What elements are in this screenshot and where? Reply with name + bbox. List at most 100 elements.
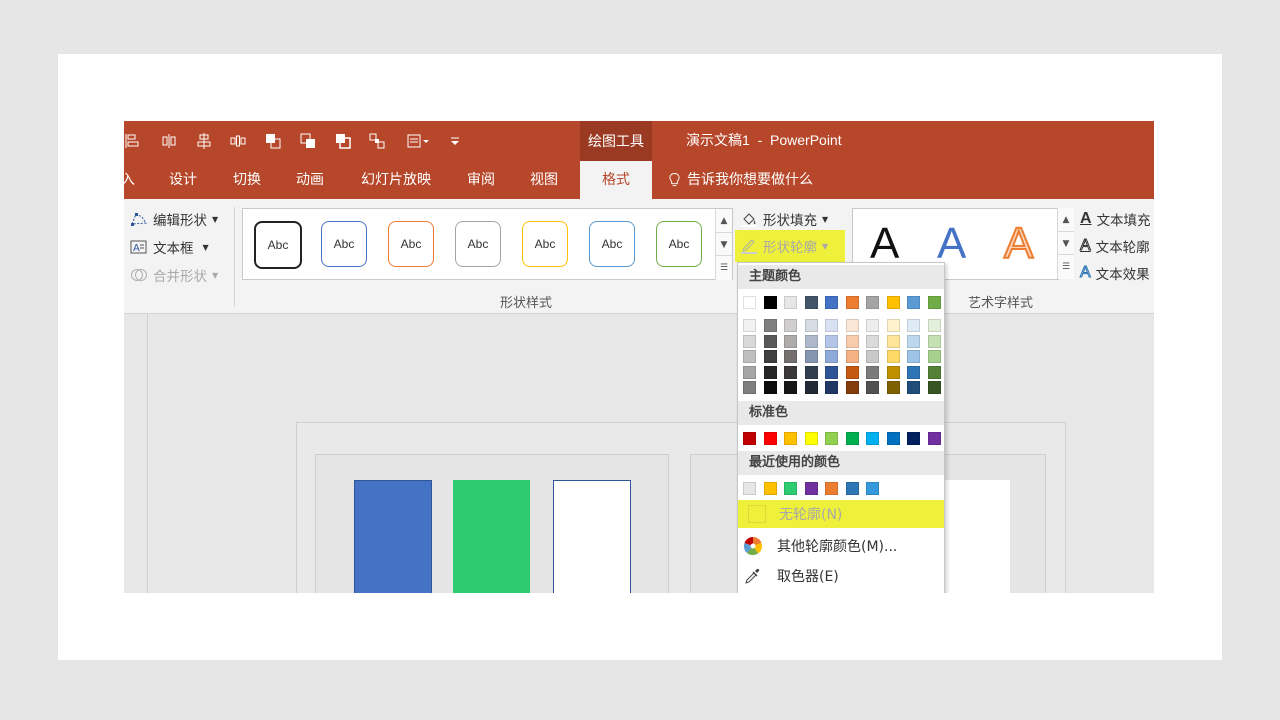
theme-shade-swatch[interactable] xyxy=(886,381,900,394)
theme-shade-swatch[interactable] xyxy=(804,365,818,379)
theme-shade-swatch[interactable] xyxy=(763,334,777,348)
theme-shade-swatch[interactable] xyxy=(804,334,818,348)
theme-shade-swatch[interactable] xyxy=(866,334,879,348)
theme-shade-swatch[interactable] xyxy=(845,365,859,379)
tab-transitions[interactable]: 切换 xyxy=(228,161,266,199)
theme-shade-swatch[interactable] xyxy=(784,365,797,379)
gallery-scroll-down[interactable]: ▼ xyxy=(715,232,732,256)
tab-design[interactable]: 设计 xyxy=(164,161,202,199)
tab-view[interactable]: 视图 xyxy=(525,161,563,199)
theme-shade-swatch[interactable] xyxy=(886,365,900,379)
theme-shade-swatch[interactable] xyxy=(845,334,859,348)
shape-style-preset[interactable]: Abc xyxy=(254,221,302,269)
theme-shade-swatch[interactable] xyxy=(927,350,941,363)
theme-shade-swatch[interactable] xyxy=(927,319,941,332)
tab-animations[interactable]: 动画 xyxy=(291,161,329,199)
theme-shade-swatch[interactable] xyxy=(825,334,838,348)
white-rectangle-right[interactable] xyxy=(944,480,1010,593)
standard-color-swatch[interactable] xyxy=(825,432,838,445)
merge-shapes-button[interactable]: 合并形状 ▼ xyxy=(130,265,218,285)
theme-shade-swatch[interactable] xyxy=(804,319,818,332)
recent-color-swatch[interactable] xyxy=(763,482,777,495)
wordart-more-button[interactable]: ☰ xyxy=(1057,254,1074,279)
theme-shade-swatch[interactable] xyxy=(927,381,941,394)
white-rectangle[interactable] xyxy=(553,480,631,593)
theme-color-swatch[interactable] xyxy=(743,296,756,309)
theme-shade-swatch[interactable] xyxy=(804,381,818,394)
theme-color-swatch[interactable] xyxy=(804,296,818,309)
theme-shade-swatch[interactable] xyxy=(825,381,838,394)
tab-slideshow[interactable]: 幻灯片放映 xyxy=(356,161,436,199)
theme-shade-swatch[interactable] xyxy=(743,365,756,379)
standard-color-swatch[interactable] xyxy=(743,432,756,445)
tab-insert[interactable]: 入 xyxy=(124,161,138,199)
standard-color-swatch[interactable] xyxy=(866,432,879,445)
theme-color-swatch[interactable] xyxy=(784,296,797,309)
shape-fill-button[interactable]: 形状填充 ▼ xyxy=(740,209,828,229)
text-effects-button[interactable]: A 文本效果 xyxy=(1080,263,1150,284)
theme-shade-swatch[interactable] xyxy=(866,350,879,363)
text-fill-button[interactable]: A 文本填充 xyxy=(1080,209,1151,229)
gallery-more-button[interactable]: ☰ xyxy=(715,255,732,280)
distribute-horizontal-icon[interactable] xyxy=(227,130,249,152)
theme-shade-swatch[interactable] xyxy=(784,334,797,348)
theme-color-swatch[interactable] xyxy=(763,296,777,309)
shape-style-preset[interactable]: Abc xyxy=(589,221,635,267)
theme-color-swatch[interactable] xyxy=(845,296,859,309)
group-icon[interactable] xyxy=(366,130,388,152)
theme-shade-swatch[interactable] xyxy=(927,365,941,379)
shape-outline-button[interactable]: 形状轮廓 ▼ xyxy=(735,230,845,262)
tab-format[interactable]: 格式 xyxy=(580,161,652,199)
theme-shade-swatch[interactable] xyxy=(743,334,756,348)
tab-review[interactable]: 审阅 xyxy=(462,161,500,199)
standard-color-swatch[interactable] xyxy=(907,432,920,445)
green-rectangle[interactable] xyxy=(453,480,530,593)
theme-shade-swatch[interactable] xyxy=(763,319,777,332)
theme-shade-swatch[interactable] xyxy=(743,319,756,332)
theme-shade-swatch[interactable] xyxy=(804,350,818,363)
distribute-icon[interactable] xyxy=(158,130,180,152)
theme-shade-swatch[interactable] xyxy=(845,350,859,363)
theme-shade-swatch[interactable] xyxy=(886,350,900,363)
theme-shade-swatch[interactable] xyxy=(825,319,838,332)
standard-color-swatch[interactable] xyxy=(804,432,818,445)
recent-color-swatch[interactable] xyxy=(845,482,859,495)
blue-rectangle[interactable] xyxy=(354,480,432,593)
theme-shade-swatch[interactable] xyxy=(907,319,920,332)
edit-shape-button[interactable]: 编辑形状 ▼ xyxy=(130,209,218,229)
theme-shade-swatch[interactable] xyxy=(866,365,879,379)
theme-shade-swatch[interactable] xyxy=(743,350,756,363)
theme-color-swatch[interactable] xyxy=(886,296,900,309)
standard-color-swatch[interactable] xyxy=(845,432,859,445)
recent-color-swatch[interactable] xyxy=(866,482,879,495)
bring-forward-icon[interactable] xyxy=(262,130,284,152)
standard-color-swatch[interactable] xyxy=(784,432,797,445)
wordart-scroll-up[interactable]: ▲ xyxy=(1057,208,1074,231)
selection-pane-icon[interactable] xyxy=(332,130,354,152)
standard-color-swatch[interactable] xyxy=(763,432,777,445)
theme-shade-swatch[interactable] xyxy=(784,319,797,332)
theme-shade-swatch[interactable] xyxy=(907,334,920,348)
theme-shade-swatch[interactable] xyxy=(886,319,900,332)
tell-me-box[interactable]: 告诉我你想要做什么 xyxy=(668,161,813,199)
theme-shade-swatch[interactable] xyxy=(763,381,777,394)
align-center-icon[interactable] xyxy=(193,130,215,152)
theme-color-swatch[interactable] xyxy=(825,296,838,309)
theme-shade-swatch[interactable] xyxy=(927,334,941,348)
recent-color-swatch[interactable] xyxy=(743,482,756,495)
text-outline-button[interactable]: A 文本轮廓 xyxy=(1080,236,1150,257)
theme-shade-swatch[interactable] xyxy=(763,350,777,363)
shape-style-preset[interactable]: Abc xyxy=(321,221,367,267)
theme-shade-swatch[interactable] xyxy=(907,381,920,394)
theme-color-swatch[interactable] xyxy=(927,296,941,309)
theme-shade-swatch[interactable] xyxy=(866,319,879,332)
no-outline-item[interactable]: 无轮廓(N) xyxy=(738,500,944,528)
recent-color-swatch[interactable] xyxy=(825,482,838,495)
shape-style-preset[interactable]: Abc xyxy=(388,221,434,267)
theme-shade-swatch[interactable] xyxy=(907,365,920,379)
recent-color-swatch[interactable] xyxy=(784,482,797,495)
shape-style-preset[interactable]: Abc xyxy=(522,221,568,267)
align-icon[interactable] xyxy=(124,130,144,152)
shape-style-preset[interactable]: Abc xyxy=(656,221,702,267)
theme-shade-swatch[interactable] xyxy=(866,381,879,394)
